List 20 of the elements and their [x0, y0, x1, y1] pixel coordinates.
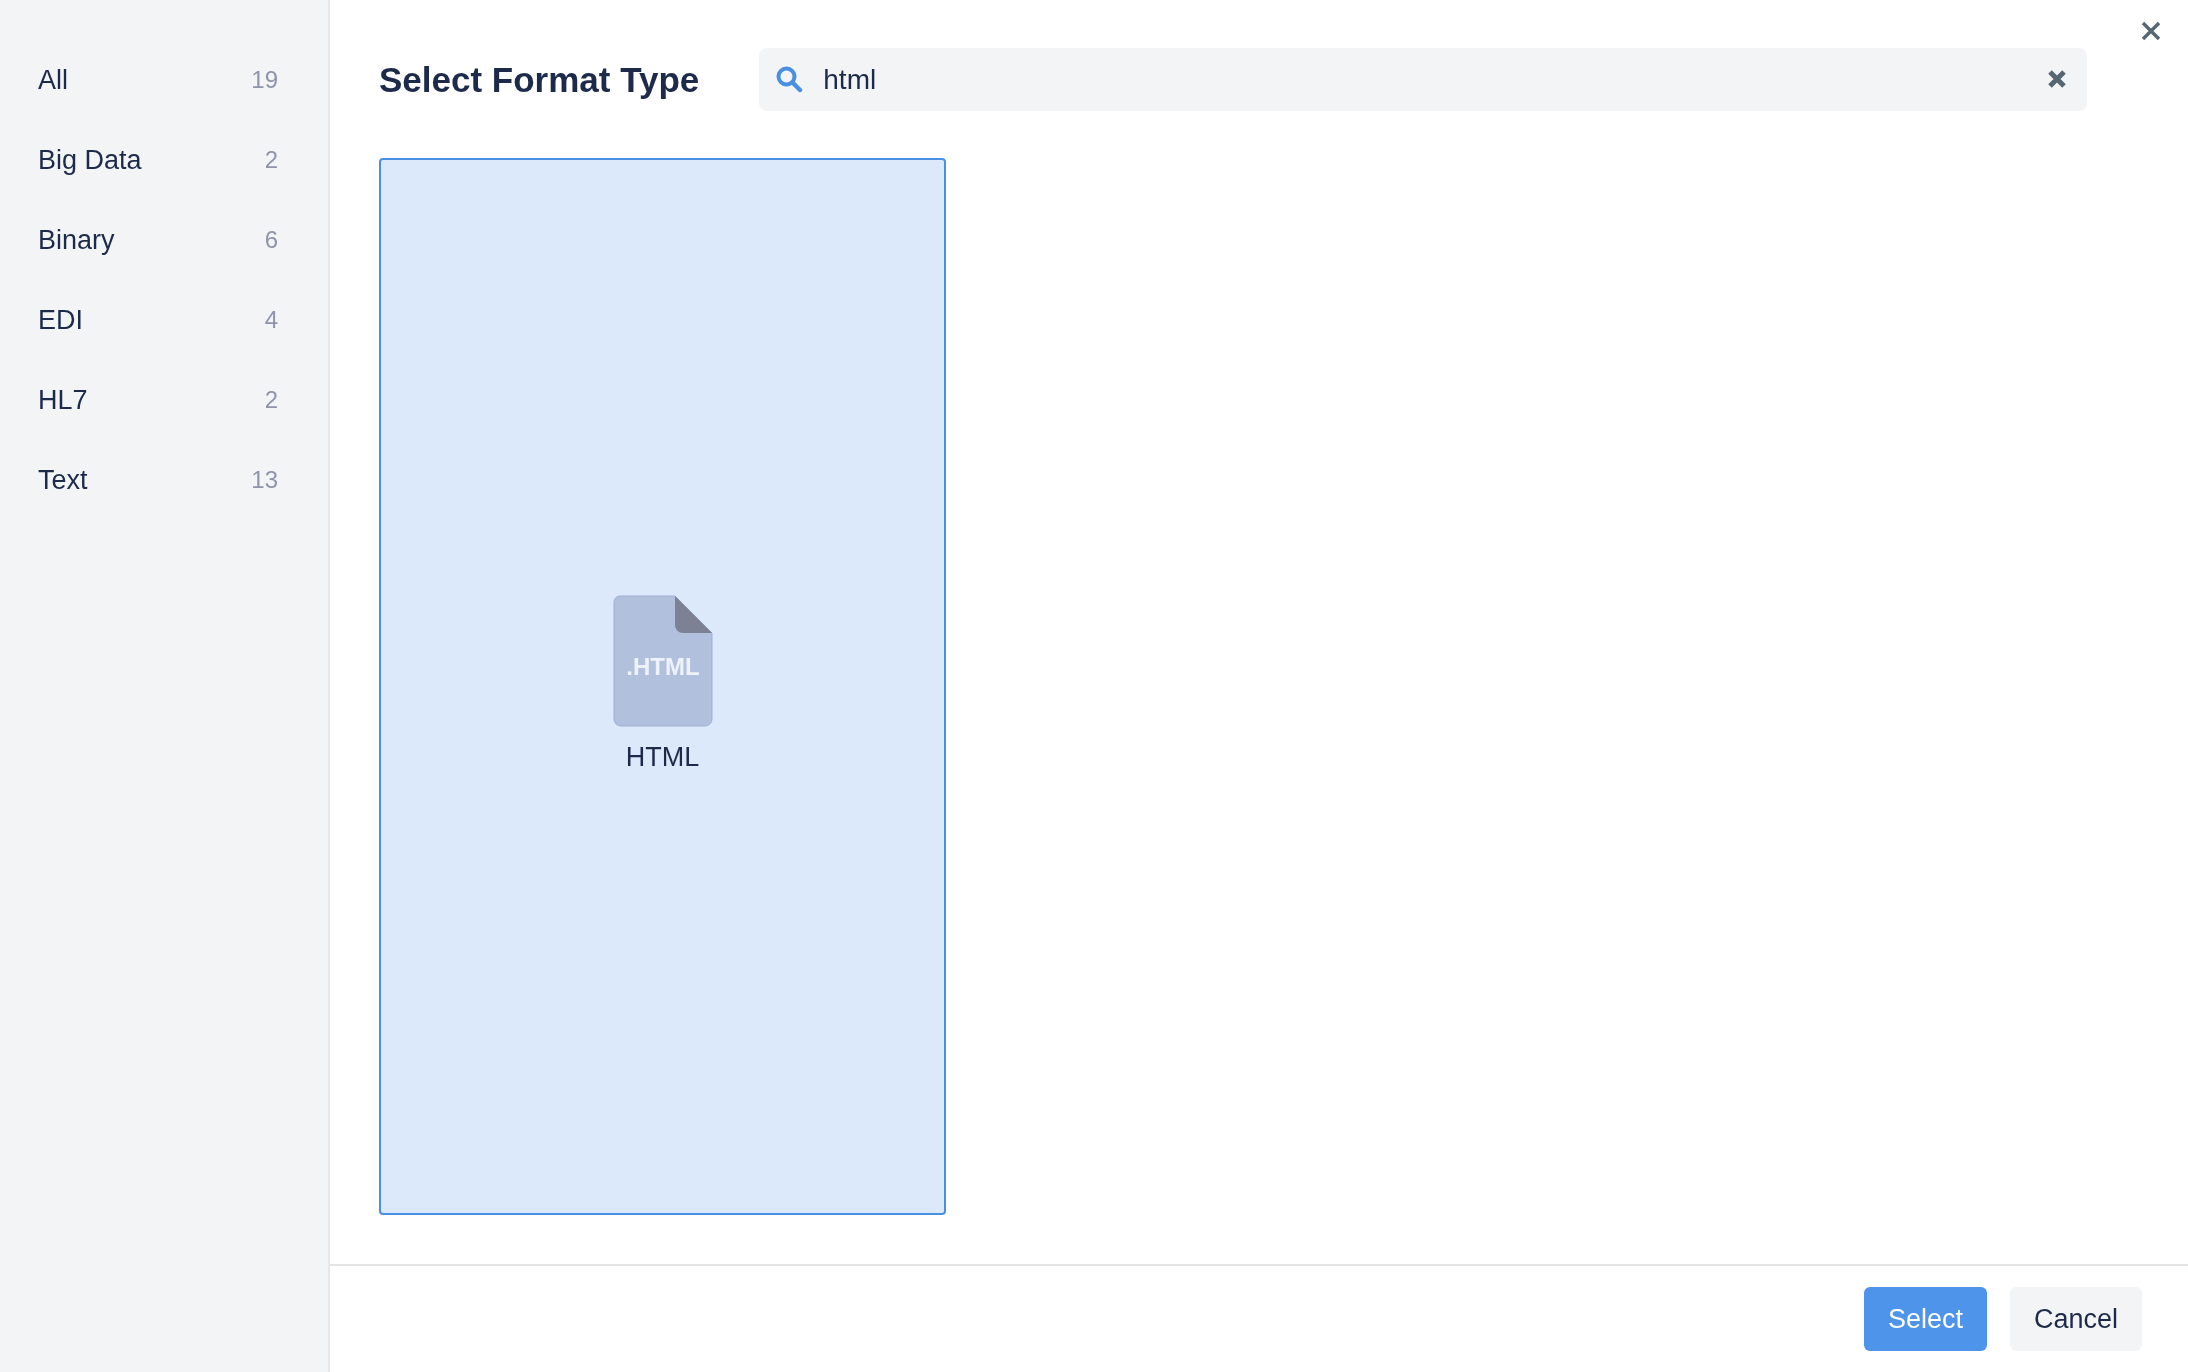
- file-icon: .HTML: [612, 595, 713, 728]
- category-item[interactable]: Big Data: [38, 139, 142, 181]
- search-field[interactable]: html: [759, 48, 2088, 111]
- cancel-button[interactable]: Cancel: [2009, 1287, 2142, 1351]
- category-count: 2: [264, 145, 278, 175]
- clear-icon[interactable]: [2047, 69, 2068, 89]
- category-count: 2: [264, 385, 278, 415]
- category-count: 4: [264, 305, 278, 335]
- dialog-title: Select Format Type: [379, 58, 700, 101]
- format-card[interactable]: .HTML HTML: [379, 158, 946, 1215]
- category-item[interactable]: EDI: [38, 299, 83, 341]
- category-count: 6: [264, 225, 278, 255]
- category-item[interactable]: Text: [38, 459, 88, 501]
- category-item[interactable]: Binary: [38, 219, 115, 261]
- category-item[interactable]: All: [38, 59, 68, 101]
- category-item[interactable]: HL7: [38, 379, 88, 421]
- category-count: 13: [251, 465, 278, 495]
- close-icon[interactable]: [2140, 20, 2162, 42]
- format-name: HTML: [625, 741, 700, 775]
- category-count: 19: [251, 65, 278, 95]
